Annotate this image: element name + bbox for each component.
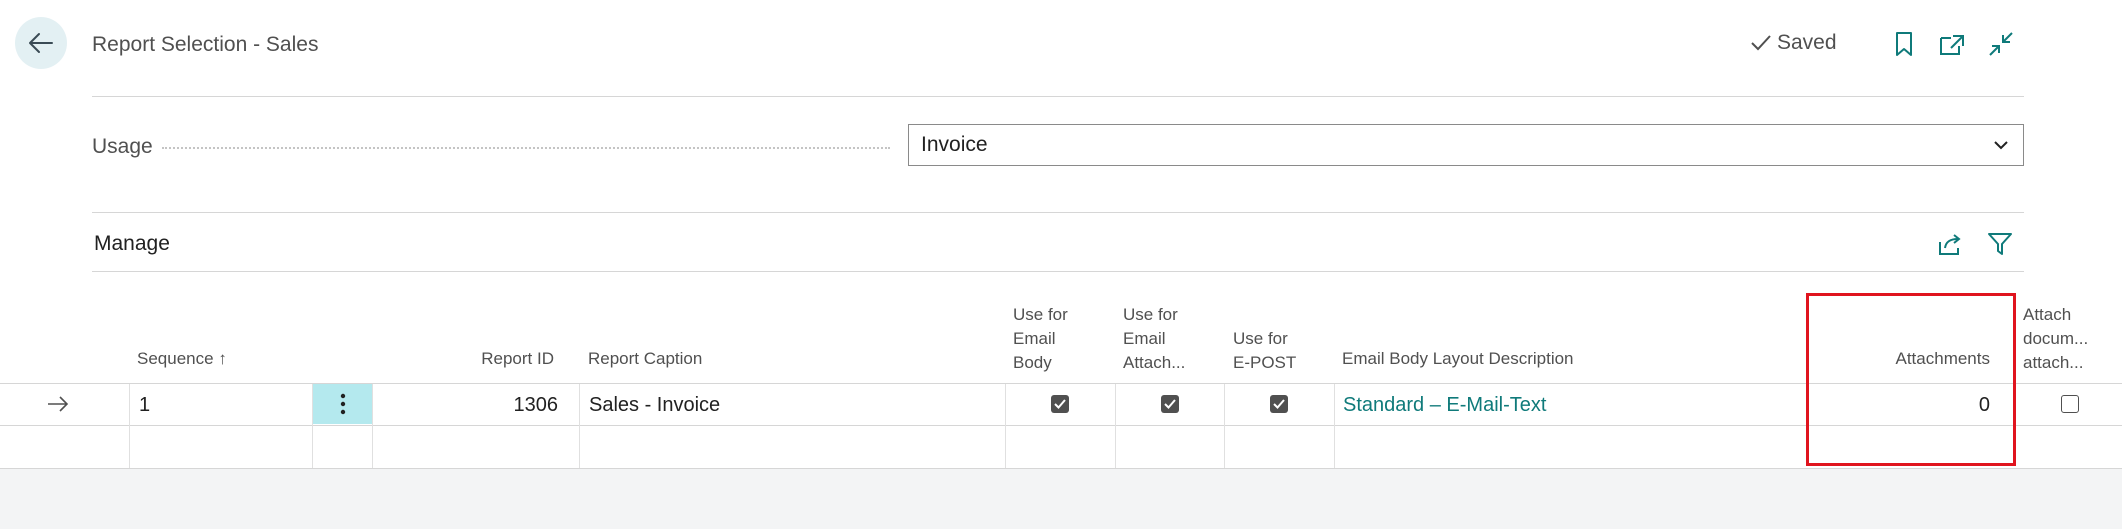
row-actions-button[interactable] (313, 384, 372, 424)
checkmark-icon (1054, 399, 1066, 409)
column-header-use-email-body[interactable]: Use for Email Body (1013, 303, 1068, 375)
usage-divider (92, 212, 2024, 213)
share-icon (1939, 234, 1961, 255)
filter-icon (1988, 233, 2012, 255)
column-divider (1115, 384, 1116, 468)
column-header-use-epost[interactable]: Use for E-POST (1233, 327, 1296, 375)
column-divider (1224, 384, 1225, 468)
column-header-email-body-layout[interactable]: Email Body Layout Description (1342, 347, 1574, 371)
open-in-new-window-icon (1940, 35, 1964, 55)
column-header-use-email-attach[interactable]: Use for Email Attach... (1123, 303, 1185, 375)
page-footer-area (0, 469, 2122, 529)
usage-value: Invoice (921, 133, 988, 156)
row-divider (0, 468, 2122, 469)
column-header-sequence[interactable]: Sequence ↑ (137, 347, 227, 371)
header-divider (92, 96, 2024, 97)
column-header-report-caption[interactable]: Report Caption (588, 347, 702, 371)
manage-tab[interactable]: Manage (94, 232, 170, 256)
row-pointer-arrow-icon (48, 396, 69, 412)
manage-divider (92, 271, 2024, 272)
column-divider (579, 384, 580, 468)
saved-status: Saved (1751, 31, 1837, 55)
collapse-button[interactable] (1985, 28, 2017, 60)
checkmark-icon (1164, 399, 1176, 409)
saved-label: Saved (1777, 31, 1837, 54)
column-header-attach-documents[interactable]: Attach docum... attach... (2023, 303, 2088, 375)
collapse-icon (1989, 32, 2013, 56)
cell-sequence[interactable]: 1 (139, 384, 150, 426)
checkbox-attach-documents[interactable] (2061, 395, 2079, 413)
usage-leader-dots (162, 147, 890, 149)
open-new-window-button[interactable] (1936, 28, 1968, 60)
column-divider (129, 384, 130, 468)
attachments-column-highlight (1806, 293, 2016, 466)
column-divider (1334, 384, 1335, 468)
chevron-down-icon (1994, 141, 2008, 150)
checkmark-icon (1751, 35, 1771, 51)
checkbox-use-email-body[interactable] (1051, 395, 1069, 413)
more-options-vertical-icon (340, 393, 345, 415)
column-header-report-id[interactable]: Report ID (440, 347, 554, 371)
page-title: Report Selection - Sales (92, 33, 319, 56)
usage-label: Usage (92, 135, 153, 158)
column-divider (1005, 384, 1006, 468)
back-button[interactable] (15, 17, 67, 69)
checkmark-icon (1273, 399, 1285, 409)
cell-report-id[interactable]: 1306 (380, 384, 559, 426)
usage-select[interactable]: Invoice (908, 124, 2024, 166)
cell-report-caption[interactable]: Sales - Invoice (589, 384, 720, 426)
checkbox-use-email-attach[interactable] (1161, 395, 1179, 413)
filter-button[interactable] (1983, 227, 2017, 261)
bookmark-icon (1896, 32, 1912, 56)
row-divider (0, 425, 2122, 426)
share-button[interactable] (1934, 227, 1968, 261)
sort-ascending-icon: ↑ (218, 349, 227, 368)
email-body-layout-link[interactable]: Standard – E-Mail-Text (1343, 384, 1546, 426)
checkbox-use-epost[interactable] (1270, 395, 1288, 413)
bookmark-button[interactable] (1888, 28, 1920, 60)
column-divider (372, 384, 373, 468)
arrow-left-icon (29, 33, 53, 53)
